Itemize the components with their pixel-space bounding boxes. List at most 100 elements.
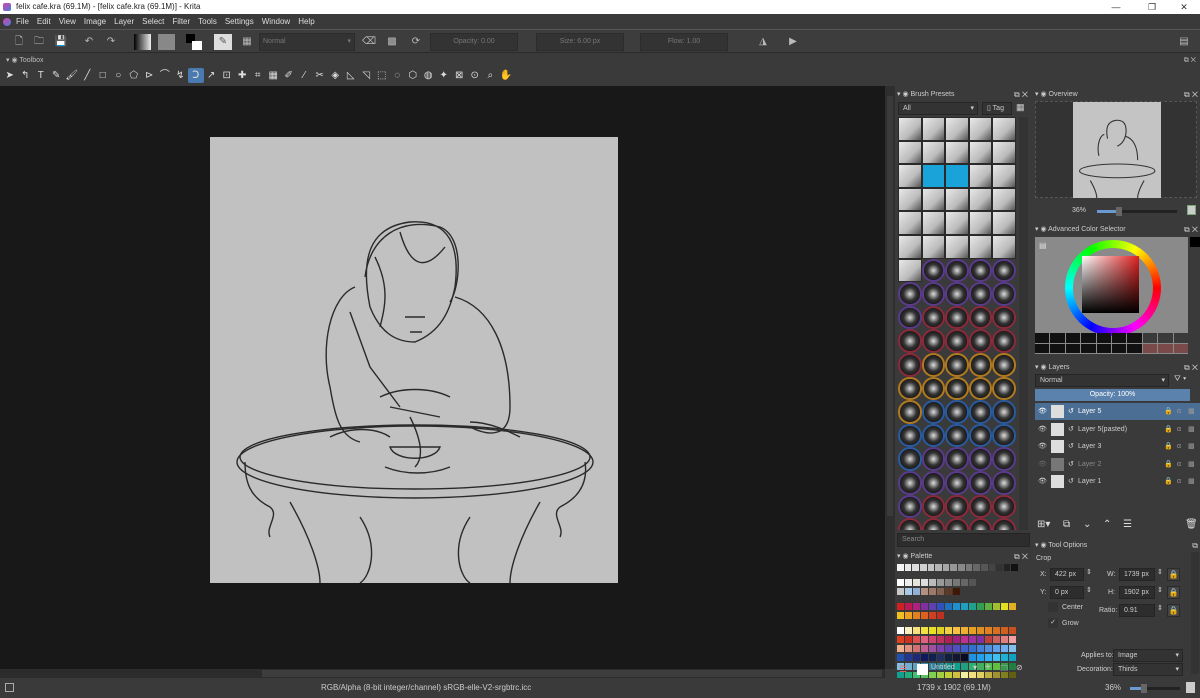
brush-preset[interactable]: [945, 187, 969, 212]
brush-preset[interactable]: [992, 494, 1016, 519]
w-spinner[interactable]: ⇕: [1157, 568, 1163, 576]
palette-swatch[interactable]: [927, 564, 935, 571]
brush-preset[interactable]: [992, 376, 1016, 401]
color-selector-settings-icon[interactable]: ▤: [1039, 241, 1047, 250]
tool-button[interactable]: ⬚: [374, 68, 390, 83]
palette-swatch[interactable]: [953, 579, 960, 586]
brush-preset[interactable]: [968, 352, 993, 377]
palette-swatch[interactable]: [985, 636, 992, 643]
brush-preset[interactable]: [945, 494, 969, 519]
palette-swatch[interactable]: [913, 627, 920, 634]
krita-menu-icon[interactable]: [3, 18, 11, 26]
menu-filter[interactable]: Filter: [172, 14, 190, 29]
layer-name[interactable]: Layer 1: [1078, 473, 1101, 490]
brush-preset[interactable]: [968, 518, 993, 530]
palette-folder-icon[interactable]: 🗀: [1000, 663, 1008, 677]
palette-swatch[interactable]: [953, 603, 960, 610]
history-swatch[interactable]: [1096, 333, 1111, 343]
tool-button[interactable]: ⌗: [250, 68, 266, 83]
brush-preset[interactable]: [968, 187, 993, 212]
menu-settings[interactable]: Settings: [225, 14, 254, 29]
palette-swatch[interactable]: [961, 579, 968, 586]
tool-button[interactable]: □: [95, 68, 111, 83]
menu-tools[interactable]: Tools: [198, 14, 217, 29]
menu-layer[interactable]: Layer: [114, 14, 134, 29]
alpha-lock-icon[interactable]: α: [1177, 473, 1181, 490]
move-layer-up-icon[interactable]: ⌃: [1103, 519, 1111, 530]
dock-float-icon[interactable]: ⧉: [1192, 540, 1198, 551]
layer-row[interactable]: 👁 ↺ Layer 2 🔒 α ▩: [1035, 456, 1200, 473]
brush-search-input[interactable]: Search: [897, 533, 1030, 547]
tool-button[interactable]: ◈: [328, 68, 344, 83]
brush-preset[interactable]: [898, 518, 922, 530]
alpha-lock-icon[interactable]: α: [1177, 403, 1181, 420]
palette-swatch[interactable]: [937, 636, 944, 643]
move-layer-down-icon[interactable]: ⌄: [1083, 519, 1091, 530]
fit-page-icon[interactable]: [1186, 682, 1195, 693]
brush-preset[interactable]: [898, 400, 922, 424]
inherit-alpha-icon[interactable]: ▩: [1188, 456, 1195, 473]
layer-row[interactable]: 👁 ↺ Layer 5(pasted) 🔒 α ▩: [1035, 421, 1200, 438]
palette-swatch[interactable]: [953, 654, 960, 661]
canvas-image[interactable]: [210, 137, 618, 584]
brush-preset[interactable]: [898, 211, 922, 235]
opacity-slider[interactable]: Opacity: 0.00: [430, 33, 518, 51]
palette-name[interactable]: Untitled: [931, 664, 955, 671]
palette-swatch[interactable]: [977, 654, 984, 661]
brush-preset[interactable]: [992, 470, 1016, 495]
brush-preset[interactable]: [945, 117, 969, 141]
alpha-lock-icon[interactable]: α: [1177, 438, 1181, 455]
brush-preset[interactable]: [968, 400, 993, 424]
brush-preset[interactable]: [992, 305, 1016, 330]
close-window-button[interactable]: ✕: [1172, 0, 1196, 14]
layer-properties-icon[interactable]: ☰: [1123, 519, 1132, 530]
tool-button[interactable]: ⊠: [452, 68, 468, 83]
palette-swatch[interactable]: [919, 564, 927, 571]
brush-preset[interactable]: [921, 164, 946, 188]
palette-swatch[interactable]: [913, 579, 920, 586]
lock-width-icon[interactable]: 🔒: [1167, 568, 1180, 581]
ratio-input[interactable]: 0.91: [1119, 604, 1155, 617]
brush-view-mode-icon[interactable]: ▦: [1016, 102, 1025, 113]
history-swatch[interactable]: [1065, 343, 1081, 353]
brush-preset[interactable]: [921, 258, 946, 283]
palette-swatch[interactable]: [945, 654, 952, 661]
tool-button[interactable]: ⊳: [142, 68, 158, 83]
palette-swatch[interactable]: [897, 588, 904, 595]
dock-float-close-icon[interactable]: ⧉ ✕: [1184, 224, 1198, 235]
minimize-button[interactable]: —: [1104, 0, 1128, 14]
palette-swatch[interactable]: [993, 627, 1000, 634]
palette-swatch[interactable]: [977, 645, 984, 652]
history-swatch[interactable]: [1127, 333, 1142, 343]
palette-swatch[interactable]: [929, 603, 936, 610]
canvas-area[interactable]: [0, 86, 885, 669]
palette-swatch[interactable]: [929, 627, 936, 634]
brush-preset[interactable]: [921, 187, 946, 212]
history-swatch[interactable]: [1096, 343, 1111, 353]
palette-swatch[interactable]: [961, 627, 968, 634]
ratio-spinner[interactable]: ⇕: [1157, 604, 1163, 612]
palette-swatch[interactable]: [897, 645, 904, 652]
palette-dropdown-icon[interactable]: ▾: [973, 663, 977, 672]
layer-name[interactable]: Layer 3: [1078, 438, 1101, 455]
brush-preset[interactable]: [945, 258, 969, 283]
tool-button[interactable]: ➤: [2, 68, 18, 83]
tool-button[interactable]: ↯: [173, 68, 189, 83]
history-swatch[interactable]: [1158, 333, 1173, 343]
brush-preset[interactable]: [992, 164, 1016, 188]
brush-preset[interactable]: [945, 305, 969, 330]
brush-preset[interactable]: [921, 329, 946, 353]
tool-button[interactable]: ✋: [498, 68, 514, 83]
menu-help[interactable]: Help: [298, 14, 314, 29]
palette-list-icon[interactable]: ☰: [899, 664, 907, 675]
tool-button[interactable]: ╱: [80, 68, 96, 83]
history-swatch[interactable]: [1081, 343, 1096, 353]
palette-swatch[interactable]: [1011, 564, 1018, 571]
tool-button[interactable]: ○: [111, 68, 127, 83]
fit-view-icon[interactable]: [1187, 205, 1196, 215]
palette-swatch[interactable]: [921, 603, 928, 610]
fg-bg-color-swatch[interactable]: [186, 34, 206, 50]
brush-preset[interactable]: [921, 305, 946, 330]
menu-view[interactable]: View: [59, 14, 76, 29]
brush-preset[interactable]: [898, 352, 922, 377]
